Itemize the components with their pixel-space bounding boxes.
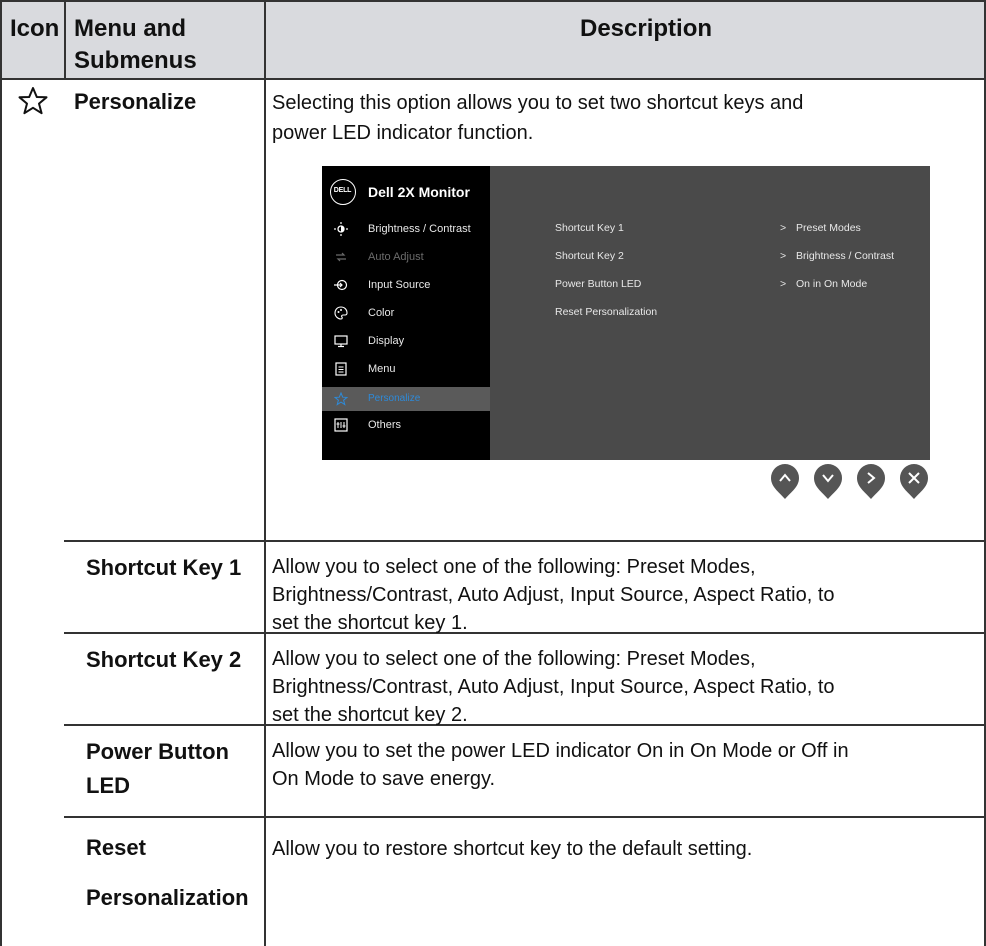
osd-menu: DELL Dell 2X Monitor Brightness / Contra…: [322, 166, 930, 460]
osd-menu-item-personalize[interactable]: Personalize: [368, 393, 420, 404]
desc-power-button-led-line2: On Mode to save energy.: [272, 768, 496, 790]
desc-shortcut-key-1-line2: Brightness/Contrast, Auto Adjust, Input …: [272, 584, 835, 606]
osd-menu-item-auto-adjust: Auto Adjust: [368, 251, 424, 263]
desc-shortcut-key-2-line3: set the shortcut key 2.: [272, 704, 468, 726]
row-divider-1: [64, 540, 986, 542]
osd-setting-power-button-led[interactable]: Power Button LED: [555, 278, 641, 290]
osd-value-power-button-led: On in On Mode: [796, 278, 868, 290]
table-border-left: [0, 0, 2, 946]
dell-logo: DELL: [330, 179, 356, 205]
table-border-top: [0, 0, 986, 2]
osd-arrow-1: >: [780, 222, 787, 234]
menu-personalize: Personalize: [74, 89, 197, 114]
menu-icon: [335, 362, 347, 376]
osd-setting-shortcut-key-2[interactable]: Shortcut Key 2: [555, 250, 624, 262]
desc-personalize-line1: Selecting this option allows you to set …: [272, 92, 804, 114]
personalize-table: Icon Menu and Submenus Description Perso…: [0, 0, 986, 946]
row-divider-2: [64, 632, 986, 634]
down-button[interactable]: [813, 464, 843, 500]
osd-arrow-2: >: [780, 250, 787, 262]
osd-menu-item-others[interactable]: Others: [368, 419, 401, 431]
osd-setting-reset-personalization[interactable]: Reset Personalization: [555, 306, 657, 318]
osd-value-shortcut-key-2: Brightness / Contrast: [796, 250, 895, 262]
row-divider-4: [64, 816, 986, 818]
desc-personalize-line2: power LED indicator function.: [272, 122, 534, 144]
menu-shortcut-key-2: Shortcut Key 2: [86, 647, 242, 672]
column-divider-2: [264, 0, 266, 946]
header-divider: [0, 78, 986, 80]
osd-menu-item-brightness-contrast[interactable]: Brightness / Contrast: [368, 223, 471, 235]
desc-shortcut-key-2-line2: Brightness/Contrast, Auto Adjust, Input …: [272, 676, 835, 698]
up-button[interactable]: [770, 464, 800, 500]
menu-reset-personalization-line2: Personalization: [86, 885, 249, 910]
desc-reset-personalization-line1: Allow you to restore shortcut key to the…: [272, 838, 753, 860]
header-menu-line1: Menu and: [74, 15, 186, 42]
close-button[interactable]: [899, 464, 929, 500]
osd-arrow-3: >: [780, 278, 787, 290]
osd-setting-shortcut-key-1[interactable]: Shortcut Key 1: [555, 222, 624, 234]
osd-menu-item-display[interactable]: Display: [368, 335, 404, 347]
desc-power-button-led-line1: Allow you to set the power LED indicator…: [272, 740, 849, 762]
color-icon: [334, 306, 348, 320]
osd-title: Dell 2X Monitor: [368, 184, 470, 200]
right-button[interactable]: [856, 464, 886, 500]
auto-adjust-icon: [336, 252, 346, 262]
osd-menu-item-color[interactable]: Color: [368, 307, 394, 319]
menu-shortcut-key-1: Shortcut Key 1: [86, 555, 242, 580]
brightness-icon: [334, 222, 348, 236]
osd-menu-item-input-source[interactable]: Input Source: [368, 279, 430, 291]
header-description: Description: [580, 15, 713, 42]
column-divider-1: [64, 0, 66, 78]
star-icon: [18, 87, 48, 115]
header-icon: Icon: [10, 15, 60, 42]
menu-power-button-led-line2: LED: [86, 773, 130, 798]
display-icon: [334, 335, 348, 348]
desc-shortcut-key-1-line1: Allow you to select one of the following…: [272, 556, 756, 578]
row-divider-3: [64, 724, 986, 726]
desc-shortcut-key-2-line1: Allow you to select one of the following…: [272, 648, 756, 670]
menu-power-button-led-line1: Power Button: [86, 739, 229, 764]
input-source-icon: [334, 279, 348, 291]
menu-reset-personalization-line1: Reset: [86, 835, 146, 860]
star-icon: [334, 392, 348, 406]
header-menu-line2: Submenus: [74, 47, 197, 74]
osd-value-shortcut-key-1: Preset Modes: [796, 222, 861, 234]
osd-menu-item-menu[interactable]: Menu: [368, 363, 396, 375]
others-icon: [334, 418, 348, 432]
desc-shortcut-key-1-line3: set the shortcut key 1.: [272, 612, 468, 634]
